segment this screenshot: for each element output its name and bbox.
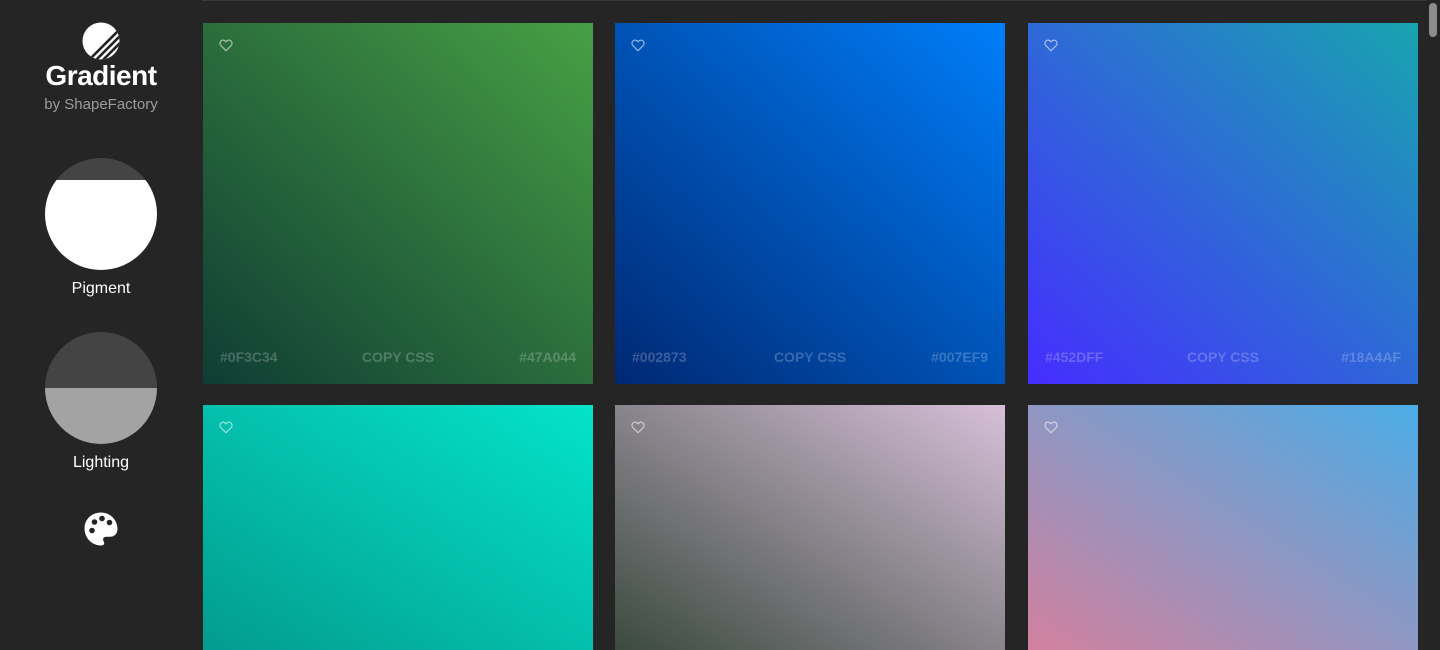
copy-css-button[interactable]: COPY CSS: [1187, 349, 1259, 365]
lighting-dial-dark-part: [45, 332, 157, 388]
hex-to[interactable]: #007EF9: [931, 349, 988, 365]
scrollbar-thumb[interactable]: [1429, 3, 1437, 37]
card-footer: #002873 COPY CSS #007EF9: [615, 349, 1005, 367]
gradient-card[interactable]: [1028, 405, 1418, 650]
pigment-label: Pigment: [71, 280, 131, 297]
brand-subtitle: by ShapeFactory: [44, 96, 158, 113]
hex-to[interactable]: #47A044: [519, 349, 576, 365]
copy-css-button[interactable]: COPY CSS: [362, 349, 434, 365]
pigment-dial-dark-part: [45, 158, 157, 181]
pigment-dial-level-fill: [45, 180, 157, 270]
pigment-dial[interactable]: [45, 158, 157, 270]
palette-icon[interactable]: [83, 511, 119, 547]
gradient-card[interactable]: [615, 405, 1005, 650]
card-footer: #452DFF COPY CSS #18A4AF: [1028, 349, 1418, 367]
heart-icon[interactable]: [631, 39, 645, 52]
hex-to[interactable]: #18A4AF: [1341, 349, 1401, 365]
heart-icon[interactable]: [1044, 421, 1058, 434]
heart-icon[interactable]: [219, 39, 233, 52]
lighting-dial[interactable]: [45, 332, 157, 444]
gradient-card[interactable]: #0F3C34 COPY CSS #47A044: [203, 23, 593, 384]
gradient-card[interactable]: [203, 405, 593, 650]
heart-icon[interactable]: [631, 421, 645, 434]
top-border: [0, 0, 1440, 1]
lighting-dial-level-fill: [45, 388, 157, 444]
lighting-label: Lighting: [72, 454, 130, 471]
card-footer: #0F3C34 COPY CSS #47A044: [203, 349, 593, 367]
gradient-card[interactable]: #452DFF COPY CSS #18A4AF: [1028, 23, 1418, 384]
scrollbar[interactable]: [1426, 0, 1440, 650]
brand-title: Gradient: [45, 60, 157, 91]
heart-icon[interactable]: [1044, 39, 1058, 52]
gradient-card[interactable]: #002873 COPY CSS #007EF9: [615, 23, 1005, 384]
heart-icon[interactable]: [219, 421, 233, 434]
sidebar: Gradient by ShapeFactory Pigment Lightin…: [0, 0, 202, 650]
striped-circle-logo-icon[interactable]: [82, 22, 120, 60]
copy-css-button[interactable]: COPY CSS: [774, 349, 846, 365]
